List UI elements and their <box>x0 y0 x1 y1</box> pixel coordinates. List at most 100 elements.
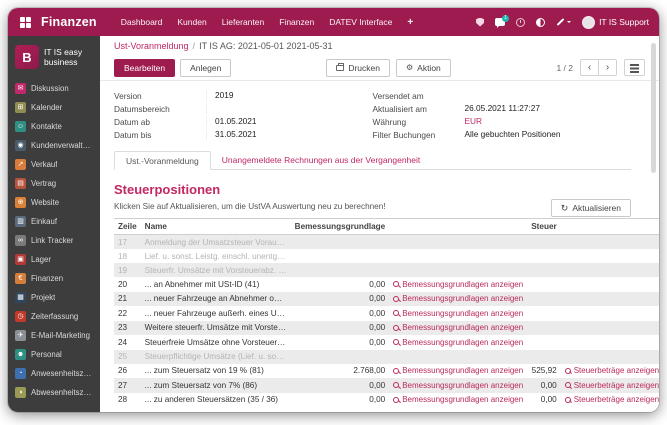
sales-icon: ↗ <box>15 159 26 170</box>
table-row[interactable]: 21... neuer Fahrzeuge an Abnehmer ohne U… <box>114 292 659 307</box>
versendet-am-field[interactable] <box>465 90 632 101</box>
field-label: Version <box>114 91 206 101</box>
field-label: Filter Buchungen <box>373 130 465 140</box>
sidebar-item-personal[interactable]: ☻Personal <box>8 345 100 364</box>
col-header-steuer[interactable]: Steuer <box>527 219 560 235</box>
vertical-scrollbar[interactable] <box>651 43 656 173</box>
field-label: Datum ab <box>114 117 206 127</box>
breadcrumb-separator: / <box>193 41 196 51</box>
pager-next-button[interactable]: › <box>598 59 617 76</box>
pager-prev-button[interactable]: ‹ <box>580 59 599 76</box>
brand[interactable]: B IT IS easy business <box>8 36 100 77</box>
sidebar-item-kalender[interactable]: ⊞Kalender <box>8 98 100 117</box>
magnifier-icon <box>565 397 571 403</box>
printer-icon <box>336 65 344 71</box>
show-base-amounts-link[interactable]: Bemessungsgrundlagen anzeigen <box>393 280 523 289</box>
action-button[interactable]: ⚙Aktion <box>396 59 451 77</box>
table-row[interactable]: 20... an Abnehmer mit USt-ID (41)0,00Bem… <box>114 277 659 292</box>
pager-count: 1 / 2 <box>556 63 573 73</box>
calendar-icon: ⊞ <box>15 102 26 113</box>
view-switch-menu-icon[interactable] <box>624 59 645 76</box>
menu-item-lieferanten[interactable]: Lieferanten <box>222 17 265 27</box>
menu-item-dashboard[interactable]: Dashboard <box>121 17 163 27</box>
sidebar-item-anwesenheitszeiten[interactable]: ◔Anwesenheitszeiten <box>8 364 100 383</box>
refresh-button[interactable]: ↻Aktualisieren <box>551 199 631 217</box>
table-row[interactable]: 27... zum Steuersatz von 7% (86)0,00Beme… <box>114 378 659 393</box>
datum-bis-field[interactable]: 31.05.2021 <box>206 129 373 140</box>
show-base-amounts-link[interactable]: Bemessungsgrundlagen anzeigen <box>393 395 523 404</box>
edit-button[interactable]: Bearbeiten <box>114 59 175 77</box>
aktualisiert-am-field[interactable]: 26.05.2021 11:27:27 <box>465 103 632 114</box>
col-header-zeile[interactable]: Zeile <box>114 219 141 235</box>
datum-ab-field[interactable]: 01.05.2021 <box>206 116 373 127</box>
sidebar-item-verkauf[interactable]: ↗Verkauf <box>8 155 100 174</box>
version-field[interactable]: 2019 <box>206 90 373 101</box>
sidebar-item-email-marketing[interactable]: ✈E-Mail-Marketing <box>8 326 100 345</box>
menu-item-finanzen[interactable]: Finanzen <box>279 17 314 27</box>
sidebar-item-kundenverwaltung[interactable]: ◉Kundenverwaltung <box>8 136 100 155</box>
col-header-bemessungsgrundlage[interactable]: Bemessungsgrundlage <box>291 219 390 235</box>
table-row[interactable]: 22... neuer Fahrzeuge außerh. eines Unte… <box>114 306 659 321</box>
sidebar-item-kontakte[interactable]: ☺Kontakte <box>8 117 100 136</box>
menu-item-add[interactable]: + <box>407 17 413 28</box>
attendance-icon: ◔ <box>15 368 26 379</box>
tab-unangemeldete-rechnungen[interactable]: Unangemeldete Rechnungen aus der Vergang… <box>211 151 431 169</box>
tax-positions-table: Zeile Name Bemessungsgrundlage Steuer 17… <box>114 218 659 407</box>
sidebar-item-einkauf[interactable]: ▥Einkauf <box>8 212 100 231</box>
sidebar-item-abwesenheitszeiten[interactable]: ◑Abwesenheitszeiten <box>8 383 100 402</box>
menu-item-kunden[interactable]: Kunden <box>177 17 206 27</box>
edit-tools-dropdown[interactable] <box>556 19 571 25</box>
crm-icon: ◉ <box>15 140 26 151</box>
show-base-amounts-link[interactable]: Bemessungsgrundlagen anzeigen <box>393 323 523 332</box>
sidebar-item-projekt[interactable]: ▦Projekt <box>8 288 100 307</box>
col-header-name[interactable]: Name <box>141 219 291 235</box>
table-row[interactable]: 18Lief. u. sonst. Leistg. einschl. unent… <box>114 249 659 263</box>
contacts-icon: ☺ <box>15 121 26 132</box>
current-app-title[interactable]: Finanzen <box>41 15 97 29</box>
messages-icon[interactable]: 1 <box>495 18 505 26</box>
breadcrumb: Ust-Voranmeldung / IT IS AG: 2021-05-01 … <box>100 36 659 55</box>
contrast-mode-icon[interactable] <box>536 18 545 27</box>
project-icon: ▦ <box>15 292 26 303</box>
paper-plane-icon: ✈ <box>15 330 26 341</box>
menu-item-datev-interface[interactable]: DATEV Interface <box>329 17 392 27</box>
tab-ust-voranmeldung[interactable]: Ust.-Voranmeldung <box>114 151 211 170</box>
create-button[interactable]: Anlegen <box>180 59 231 77</box>
show-base-amounts-link[interactable]: Bemessungsgrundlagen anzeigen <box>393 338 523 347</box>
table-row[interactable]: 24Steuerfreie Umsätze ohne Vorsteuerabzu… <box>114 335 659 350</box>
datumsbereich-field[interactable] <box>206 103 373 114</box>
magnifier-icon <box>393 325 399 331</box>
sidebar-item-vertrag[interactable]: ▤Vertrag <box>8 174 100 193</box>
print-button[interactable]: Drucken <box>326 59 390 77</box>
table-row[interactable]: 25Steuerpflichtige Umsätze (Lief. u. son… <box>114 350 659 364</box>
globe-icon: ⊕ <box>15 197 26 208</box>
field-label: Datumsbereich <box>114 104 206 114</box>
show-base-amounts-link[interactable]: Bemessungsgrundlagen anzeigen <box>393 381 523 390</box>
sidebar-item-finanzen[interactable]: €Finanzen <box>8 269 100 288</box>
show-base-amounts-link[interactable]: Bemessungsgrundlagen anzeigen <box>393 294 523 303</box>
filter-buchungen-field[interactable]: Alle gebuchten Positionen <box>465 129 632 140</box>
table-row[interactable]: 28... zu anderen Steuersätzen (35 / 36)0… <box>114 393 659 408</box>
sidebar-item-website[interactable]: ⊕Website <box>8 193 100 212</box>
waehrung-field-link[interactable]: EUR <box>465 116 632 127</box>
show-tax-amounts-link[interactable]: Steuerbeträge anzeigen <box>565 381 659 390</box>
activities-clock-icon[interactable] <box>516 18 525 27</box>
apps-grid-icon[interactable] <box>20 17 31 28</box>
user-menu[interactable]: IT IS Support <box>582 16 649 29</box>
field-label: Aktualisiert am <box>373 104 465 114</box>
magnifier-icon <box>393 339 399 345</box>
table-row[interactable]: 17Anmeldung der Umsatzsteuer Vorauszahlu… <box>114 235 659 250</box>
table-row[interactable]: 26... zum Steuersatz von 19 % (81)2.768,… <box>114 364 659 379</box>
table-row[interactable]: 23Weitere steuerfr. Umsätze mit Vorsteue… <box>114 321 659 336</box>
show-tax-amounts-link[interactable]: Steuerbeträge anzeigen <box>565 366 659 375</box>
sidebar-item-diskussion[interactable]: ✉Diskussion <box>8 79 100 98</box>
show-tax-amounts-link[interactable]: Steuerbeträge anzeigen <box>565 395 659 404</box>
show-base-amounts-link[interactable]: Bemessungsgrundlagen anzeigen <box>393 366 523 375</box>
shield-icon[interactable] <box>476 18 484 27</box>
sidebar-item-lager[interactable]: ▣Lager <box>8 250 100 269</box>
table-row[interactable]: 19Steuerfr. Umsätze mit Vorsteuerabz. In… <box>114 263 659 277</box>
show-base-amounts-link[interactable]: Bemessungsgrundlagen anzeigen <box>393 309 523 318</box>
sidebar-item-zeiterfassung[interactable]: ◷Zeiterfassung <box>8 307 100 326</box>
sidebar-item-link-tracker[interactable]: ∞Link Tracker <box>8 231 100 250</box>
breadcrumb-parent-link[interactable]: Ust-Voranmeldung <box>114 41 189 51</box>
